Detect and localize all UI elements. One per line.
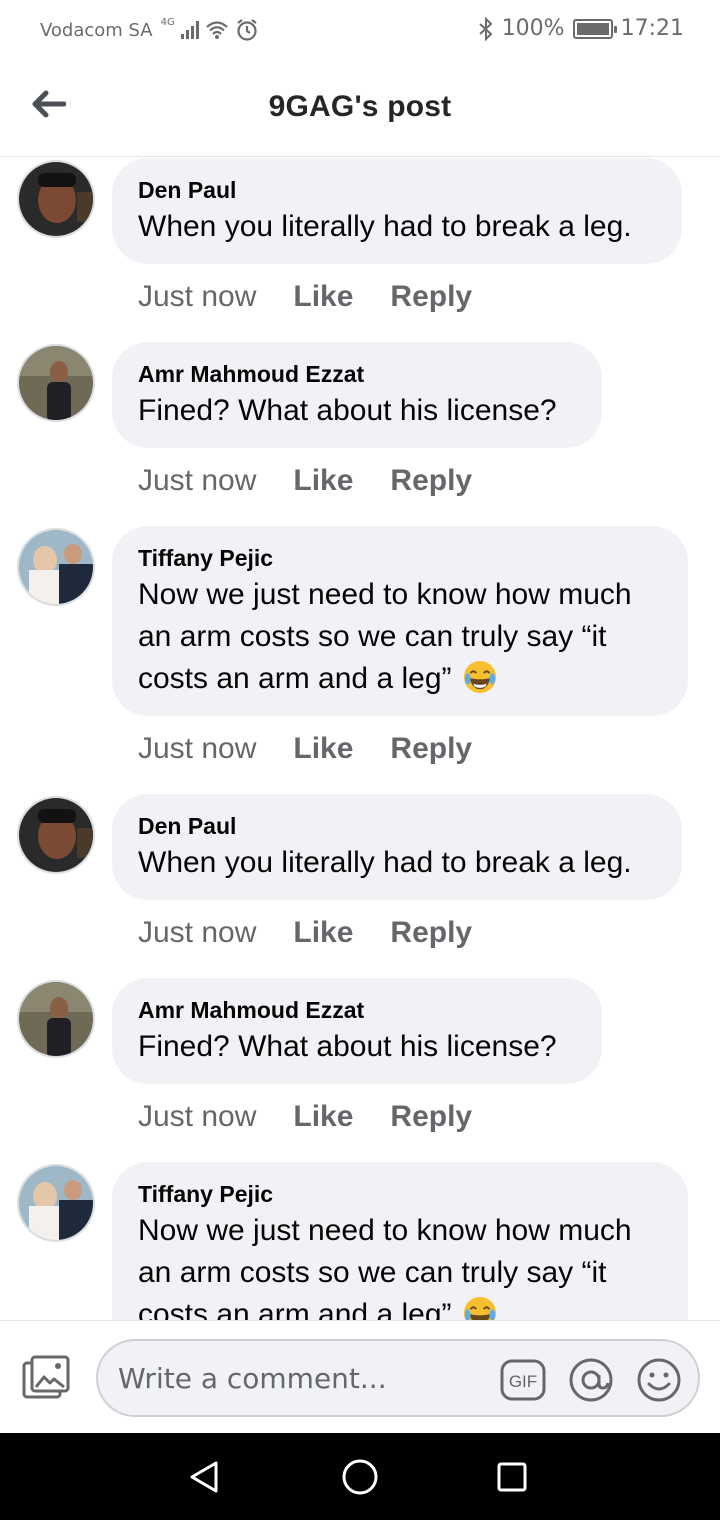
status-bar-left: Vodacom SA 4G xyxy=(40,16,259,42)
avatar[interactable] xyxy=(17,1164,95,1242)
bluetooth-icon xyxy=(479,16,493,41)
like-button[interactable]: Like xyxy=(293,280,353,314)
status-bar: Vodacom SA 4G 100% 17:21 xyxy=(0,0,720,62)
reply-button[interactable]: Reply xyxy=(390,280,472,314)
comment-text: Now we just need to know how much an arm… xyxy=(138,1210,662,1320)
reply-button[interactable]: Reply xyxy=(390,732,472,766)
battery-percent: 100% xyxy=(501,16,565,41)
comment-actions: Just now Like Reply xyxy=(138,280,472,314)
comment-actions: Just now Like Reply xyxy=(138,916,472,950)
avatar[interactable] xyxy=(17,160,95,238)
reply-button[interactable]: Reply xyxy=(390,464,472,498)
mention-button[interactable] xyxy=(568,1357,614,1403)
like-button[interactable]: Like xyxy=(293,1100,353,1134)
circle-home-icon xyxy=(342,1459,378,1495)
post-header: 9GAG's post xyxy=(0,62,720,157)
system-nav-bar xyxy=(0,1433,720,1520)
triangle-back-icon xyxy=(190,1461,218,1493)
gif-label: GIF xyxy=(509,1372,537,1391)
nav-back-button[interactable] xyxy=(180,1453,228,1501)
comment-bubble[interactable]: Amr Mahmoud Ezzat Fined? What about his … xyxy=(112,978,602,1084)
clock: 17:21 xyxy=(620,16,684,41)
comment-text: When you literally had to break a leg. xyxy=(138,846,632,879)
at-sign-icon xyxy=(569,1358,613,1402)
like-button[interactable]: Like xyxy=(293,464,353,498)
wifi-icon xyxy=(206,21,228,39)
comment-author[interactable]: Amr Mahmoud Ezzat xyxy=(138,996,576,1024)
comment-actions: Just now Like Reply xyxy=(138,732,472,766)
comment-text: When you literally had to break a leg. xyxy=(138,210,632,243)
reply-button[interactable]: Reply xyxy=(390,1100,472,1134)
nav-home-button[interactable] xyxy=(336,1453,384,1501)
comment-text: Now we just need to know how much an arm… xyxy=(138,578,632,695)
like-button[interactable]: Like xyxy=(293,916,353,950)
gif-button[interactable]: GIF xyxy=(500,1357,546,1403)
avatar[interactable] xyxy=(17,980,95,1058)
gif-icon: GIF xyxy=(500,1359,546,1401)
avatar[interactable] xyxy=(17,344,95,422)
comment-timestamp[interactable]: Just now xyxy=(138,732,256,766)
comment-bubble[interactable]: Amr Mahmoud Ezzat Fined? What about his … xyxy=(112,342,602,448)
laughing-emoji-icon xyxy=(463,660,496,694)
smiley-icon xyxy=(637,1358,681,1402)
comment-composer: GIF xyxy=(0,1320,720,1433)
comment-timestamp[interactable]: Just now xyxy=(138,1100,256,1134)
emoji-button[interactable] xyxy=(636,1357,682,1403)
network-type: 4G xyxy=(160,16,175,28)
comment-author[interactable]: Amr Mahmoud Ezzat xyxy=(138,360,576,388)
status-bar-right: 100% 17:21 xyxy=(478,16,684,41)
page-title: 9GAG's post xyxy=(268,90,452,123)
battery-icon xyxy=(572,18,617,39)
avatar[interactable] xyxy=(17,528,95,606)
photo-icon xyxy=(22,1355,70,1399)
comment-input-wrapper: GIF xyxy=(96,1339,700,1417)
like-button[interactable]: Like xyxy=(293,732,353,766)
comment-bubble[interactable]: Tiffany Pejic Now we just need to know h… xyxy=(112,526,688,716)
photo-button[interactable] xyxy=(22,1355,70,1401)
comment-author[interactable]: Den Paul xyxy=(138,812,656,840)
signal-icon xyxy=(180,21,199,39)
comment-text: Fined? What about his license? xyxy=(138,394,557,427)
comment-actions: Just now Like Reply xyxy=(138,464,472,498)
comment-author[interactable]: Tiffany Pejic xyxy=(138,544,662,572)
square-recents-icon xyxy=(497,1462,527,1492)
comment-text: Fined? What about his license? xyxy=(138,1030,557,1063)
comment-actions: Just now Like Reply xyxy=(138,1100,472,1134)
laughing-emoji-icon xyxy=(463,1296,496,1320)
comment-bubble[interactable]: Den Paul When you literally had to break… xyxy=(112,158,682,264)
avatar[interactable] xyxy=(17,796,95,874)
comment-timestamp[interactable]: Just now xyxy=(138,916,256,950)
comment-author[interactable]: Tiffany Pejic xyxy=(138,1180,662,1208)
comment-bubble[interactable]: Den Paul When you literally had to break… xyxy=(112,794,682,900)
comment-timestamp[interactable]: Just now xyxy=(138,464,256,498)
nav-recents-button[interactable] xyxy=(488,1453,536,1501)
comment-input[interactable] xyxy=(118,1355,488,1401)
reply-button[interactable]: Reply xyxy=(390,916,472,950)
carrier-name: Vodacom SA xyxy=(40,19,153,41)
alarm-icon xyxy=(237,19,257,41)
comment-bubble[interactable]: Tiffany Pejic Now we just need to know h… xyxy=(112,1162,688,1320)
comment-timestamp[interactable]: Just now xyxy=(138,280,256,314)
comment-author[interactable]: Den Paul xyxy=(138,176,656,204)
comment-list[interactable]: Den Paul When you literally had to break… xyxy=(0,158,720,1320)
